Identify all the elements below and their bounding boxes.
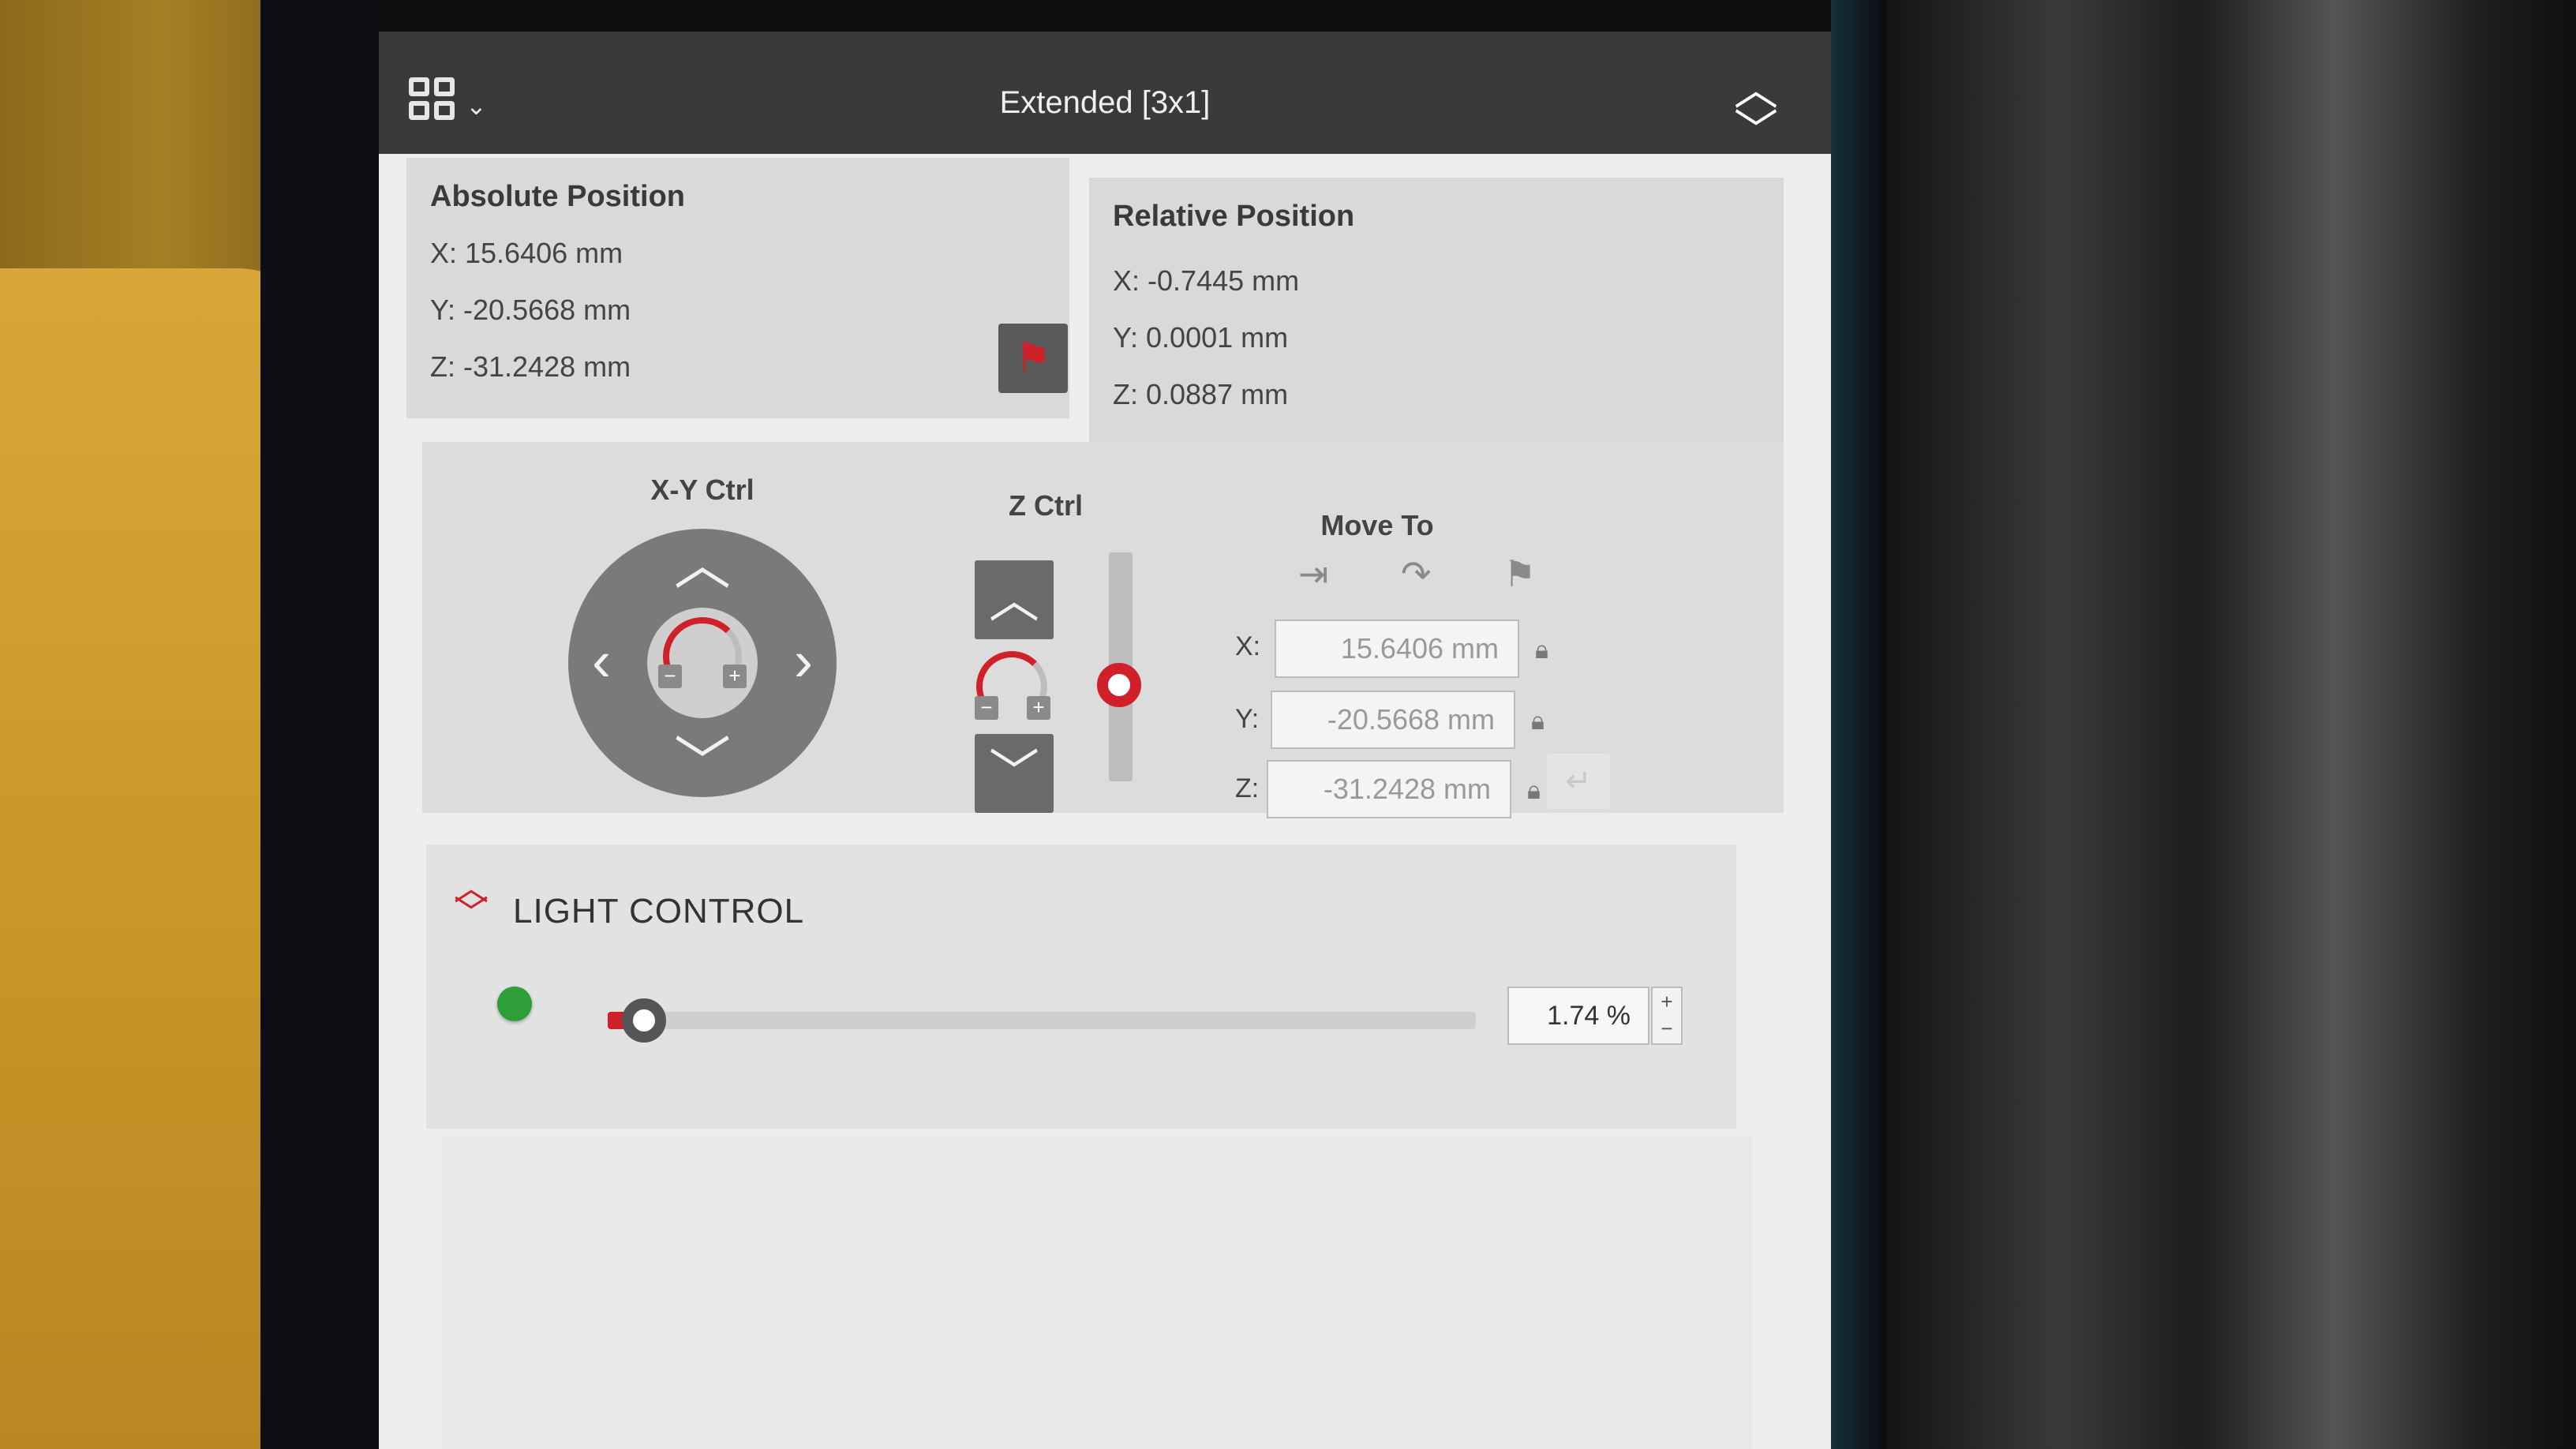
- xy-ctrl-title: X-Y Ctrl: [650, 474, 754, 506]
- absolute-position-title: Absolute Position: [430, 180, 685, 213]
- relative-x-value: X: -0.7445 mm: [1113, 264, 1300, 297]
- z-slider-thumb[interactable]: [1097, 663, 1141, 707]
- chevron-up-icon: ︿: [989, 571, 1039, 628]
- background-blur: [1886, 0, 2576, 1449]
- right-arrow-icon[interactable]: ›: [772, 633, 835, 690]
- move-arc-icon[interactable]: ↷: [1401, 552, 1432, 595]
- enter-arrow-icon: ↵: [1565, 764, 1592, 799]
- light-control-panel: ︿ ﹀ LIGHT CONTROL 1.74 % + −: [426, 844, 1736, 1129]
- xy-jog-pad[interactable]: ︿ ﹀ ‹ › − +: [568, 529, 837, 797]
- move-to-axis-icon[interactable]: ⇥: [1298, 552, 1329, 595]
- light-control-title: LIGHT CONTROL: [513, 892, 805, 930]
- xy-speed-minus-button[interactable]: −: [658, 665, 682, 688]
- light-status-indicator[interactable]: [497, 987, 532, 1021]
- lock-icon[interactable]: 🔒︎: [1531, 706, 1544, 736]
- absolute-y-value: Y: -20.5668 mm: [430, 294, 631, 326]
- down-arrow-icon[interactable]: ﹀: [671, 736, 734, 792]
- move-to-title: Move To: [1320, 509, 1434, 541]
- window-titlebar: ⌄ Extended [3x1] ︿ ﹀: [379, 0, 1831, 154]
- z-down-button[interactable]: ﹀: [975, 734, 1054, 813]
- lock-icon[interactable]: 🔒︎: [1535, 635, 1548, 665]
- absolute-z-value: Z: -31.2428 mm: [430, 350, 631, 383]
- move-go-button[interactable]: ↵: [1547, 754, 1610, 809]
- relative-position-panel: Relative Position X: -0.7445 mm Y: 0.000…: [1089, 178, 1784, 446]
- app-screen: ⌄ Extended [3x1] ︿ ﹀ Absolute Position X:…: [379, 0, 1831, 1449]
- z-up-button[interactable]: ︿: [975, 560, 1054, 639]
- stepper-minus-button[interactable]: −: [1653, 1015, 1681, 1042]
- z-speed-minus-button[interactable]: −: [975, 696, 998, 720]
- light-intensity-slider[interactable]: [608, 998, 1476, 1043]
- window-title: Extended [3x1]: [999, 85, 1211, 120]
- absolute-x-value: X: 15.6406 mm: [430, 237, 623, 269]
- lock-icon[interactable]: 🔒︎: [1527, 776, 1541, 806]
- chevron-down-icon: ﹀: [989, 745, 1039, 802]
- move-to-flag-icon[interactable]: ⚑: [1503, 552, 1536, 595]
- up-down-chevron-icon[interactable]: ︿ ﹀: [1720, 68, 1792, 156]
- z-speed-plus-button[interactable]: +: [1027, 696, 1050, 720]
- stepper-plus-button[interactable]: +: [1653, 988, 1681, 1015]
- xy-speed-center: − +: [647, 608, 758, 718]
- move-to-z-label: Z:: [1235, 773, 1260, 803]
- move-to-z-input[interactable]: -31.2428 mm: [1267, 760, 1511, 818]
- z-ctrl-title: Z Ctrl: [1009, 489, 1083, 522]
- move-to-x-label: X:: [1235, 631, 1261, 661]
- move-to-y-input[interactable]: -20.5668 mm: [1271, 691, 1515, 749]
- xy-speed-plus-button[interactable]: +: [723, 665, 747, 688]
- up-arrow-icon[interactable]: ︿: [671, 537, 734, 593]
- left-arrow-icon[interactable]: ‹: [570, 633, 633, 690]
- relative-position-title: Relative Position: [1113, 200, 1355, 233]
- set-origin-flag-button[interactable]: ⚑: [998, 324, 1068, 393]
- move-to-y-label: Y:: [1235, 704, 1260, 734]
- relative-z-value: Z: 0.0887 mm: [1113, 378, 1289, 410]
- flag-icon: ⚑: [1014, 335, 1052, 381]
- collapse-toggle-icon[interactable]: ︿ ﹀: [454, 871, 489, 931]
- relative-y-value: Y: 0.0001 mm: [1113, 321, 1289, 354]
- empty-content-area: [442, 1136, 1752, 1449]
- motion-control-panel: X-Y Ctrl ︿ ﹀ ‹ › − + Z Ctrl ︿ − + ﹀ Move…: [422, 442, 1784, 818]
- move-to-x-input[interactable]: 15.6406 mm: [1275, 620, 1519, 678]
- absolute-position-panel: Absolute Position X: 15.6406 mm Y: -20.5…: [406, 158, 1069, 418]
- light-slider-thumb[interactable]: [622, 998, 666, 1043]
- light-value-stepper[interactable]: + −: [1651, 987, 1683, 1045]
- light-value-input[interactable]: 1.74 %: [1507, 987, 1649, 1045]
